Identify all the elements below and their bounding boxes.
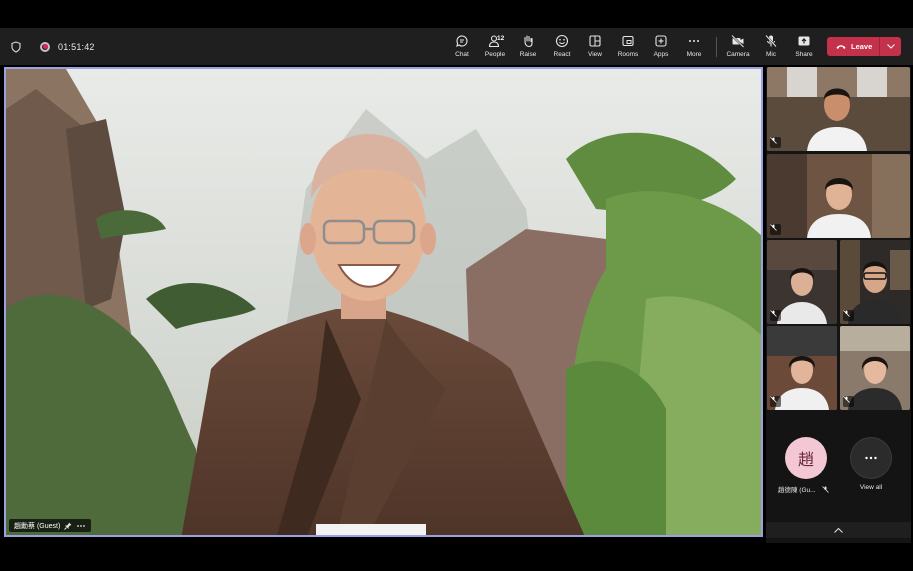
guest-name-row: 趙德陳 (Gu... (778, 484, 829, 494)
view-icon (589, 35, 601, 47)
apps-button[interactable]: Apps (645, 32, 677, 62)
mic-off-indicator (770, 224, 781, 235)
camera-label: Camera (726, 51, 750, 58)
more-label: More (686, 51, 702, 58)
meeting-status: 01:51:42 (10, 28, 95, 65)
participant-tile[interactable] (840, 240, 910, 324)
mic-off-icon (843, 396, 850, 403)
people-label: People (484, 51, 506, 58)
phone-hangup-icon (836, 44, 846, 49)
chat-label: Chat (455, 51, 469, 58)
rooms-icon (622, 35, 634, 47)
smile-icon (555, 34, 569, 48)
camera-off-icon (731, 34, 745, 48)
pin-icon (64, 522, 72, 530)
participant-tile[interactable] (767, 67, 910, 151)
mic-off-indicator (770, 137, 781, 148)
participant-tile[interactable] (767, 154, 910, 238)
rooms-button[interactable]: Rooms (612, 32, 644, 62)
mic-off-icon (765, 34, 777, 48)
participant-video (767, 154, 910, 238)
share-label: Share (795, 51, 813, 58)
speaker-name-tag: 趙勳蔡 (Guest) (9, 519, 92, 532)
guest-avatar[interactable]: 趙 (785, 437, 827, 479)
collapse-gallery-button[interactable] (766, 522, 911, 538)
mic-off-icon (843, 310, 850, 317)
leave-main[interactable]: Leave (827, 37, 880, 56)
recording-icon (40, 41, 50, 52)
hand-icon (524, 35, 533, 48)
mic-button[interactable]: Mic (755, 32, 787, 62)
chevron-up-icon (834, 527, 843, 533)
chat-icon (456, 35, 468, 48)
apps-label: Apps (653, 51, 669, 58)
more-icon (689, 40, 699, 42)
meeting-toolbar: 01:51:42 Chat 12 People Raise React View… (0, 28, 913, 65)
more-icon (865, 456, 877, 460)
people-count: 12 (497, 35, 505, 42)
mic-off-icon (770, 224, 777, 231)
apps-icon (655, 35, 667, 47)
meeting-timer: 01:51:42 (58, 41, 95, 52)
mic-off-icon (770, 396, 777, 403)
more-button[interactable]: More (678, 32, 710, 62)
more-options-icon[interactable] (76, 524, 86, 528)
mic-off-icon (770, 137, 777, 144)
view-label: View (588, 51, 602, 58)
participant-tile[interactable] (767, 326, 837, 410)
view-button[interactable]: View (579, 32, 611, 62)
participant-tile[interactable] (767, 240, 837, 324)
react-label: React (553, 51, 571, 58)
rooms-label: Rooms (617, 51, 639, 58)
shield-icon (11, 40, 21, 53)
chat-button[interactable]: Chat (446, 32, 478, 62)
raise-label: Raise (519, 51, 537, 58)
share-icon (798, 36, 810, 46)
speaker-name: 趙勳蔡 (Guest) (14, 522, 61, 530)
mic-off-indicator (770, 396, 781, 407)
main-video-stage[interactable]: 趙勳蔡 (Guest) (4, 67, 763, 537)
react-button[interactable]: React (546, 32, 578, 62)
participant-tile[interactable] (840, 326, 910, 410)
mic-off-indicator (770, 310, 781, 321)
mic-label: Mic (765, 51, 777, 58)
guest-name: 趙德陳 (Gu... (778, 487, 816, 494)
mic-off-indicator (843, 310, 854, 321)
camera-button[interactable]: Camera (722, 32, 754, 62)
mic-off-indicator (843, 396, 854, 407)
window-top-bar (0, 0, 913, 28)
view-all-button[interactable] (850, 437, 892, 479)
view-all-label: View all (859, 484, 883, 491)
raise-button[interactable]: Raise (512, 32, 544, 62)
mic-off-icon (770, 310, 777, 317)
leave-label: Leave (851, 42, 873, 51)
participant-video (767, 67, 910, 151)
leave-button[interactable]: Leave (827, 37, 901, 56)
people-button[interactable]: 12 People (479, 32, 511, 62)
mic-off-icon (821, 485, 829, 493)
toolbar-divider (716, 37, 717, 57)
speaker-video (6, 69, 761, 535)
share-button[interactable]: Share (788, 32, 820, 62)
leave-dropdown[interactable] (880, 37, 901, 56)
chevron-down-icon (886, 44, 895, 49)
